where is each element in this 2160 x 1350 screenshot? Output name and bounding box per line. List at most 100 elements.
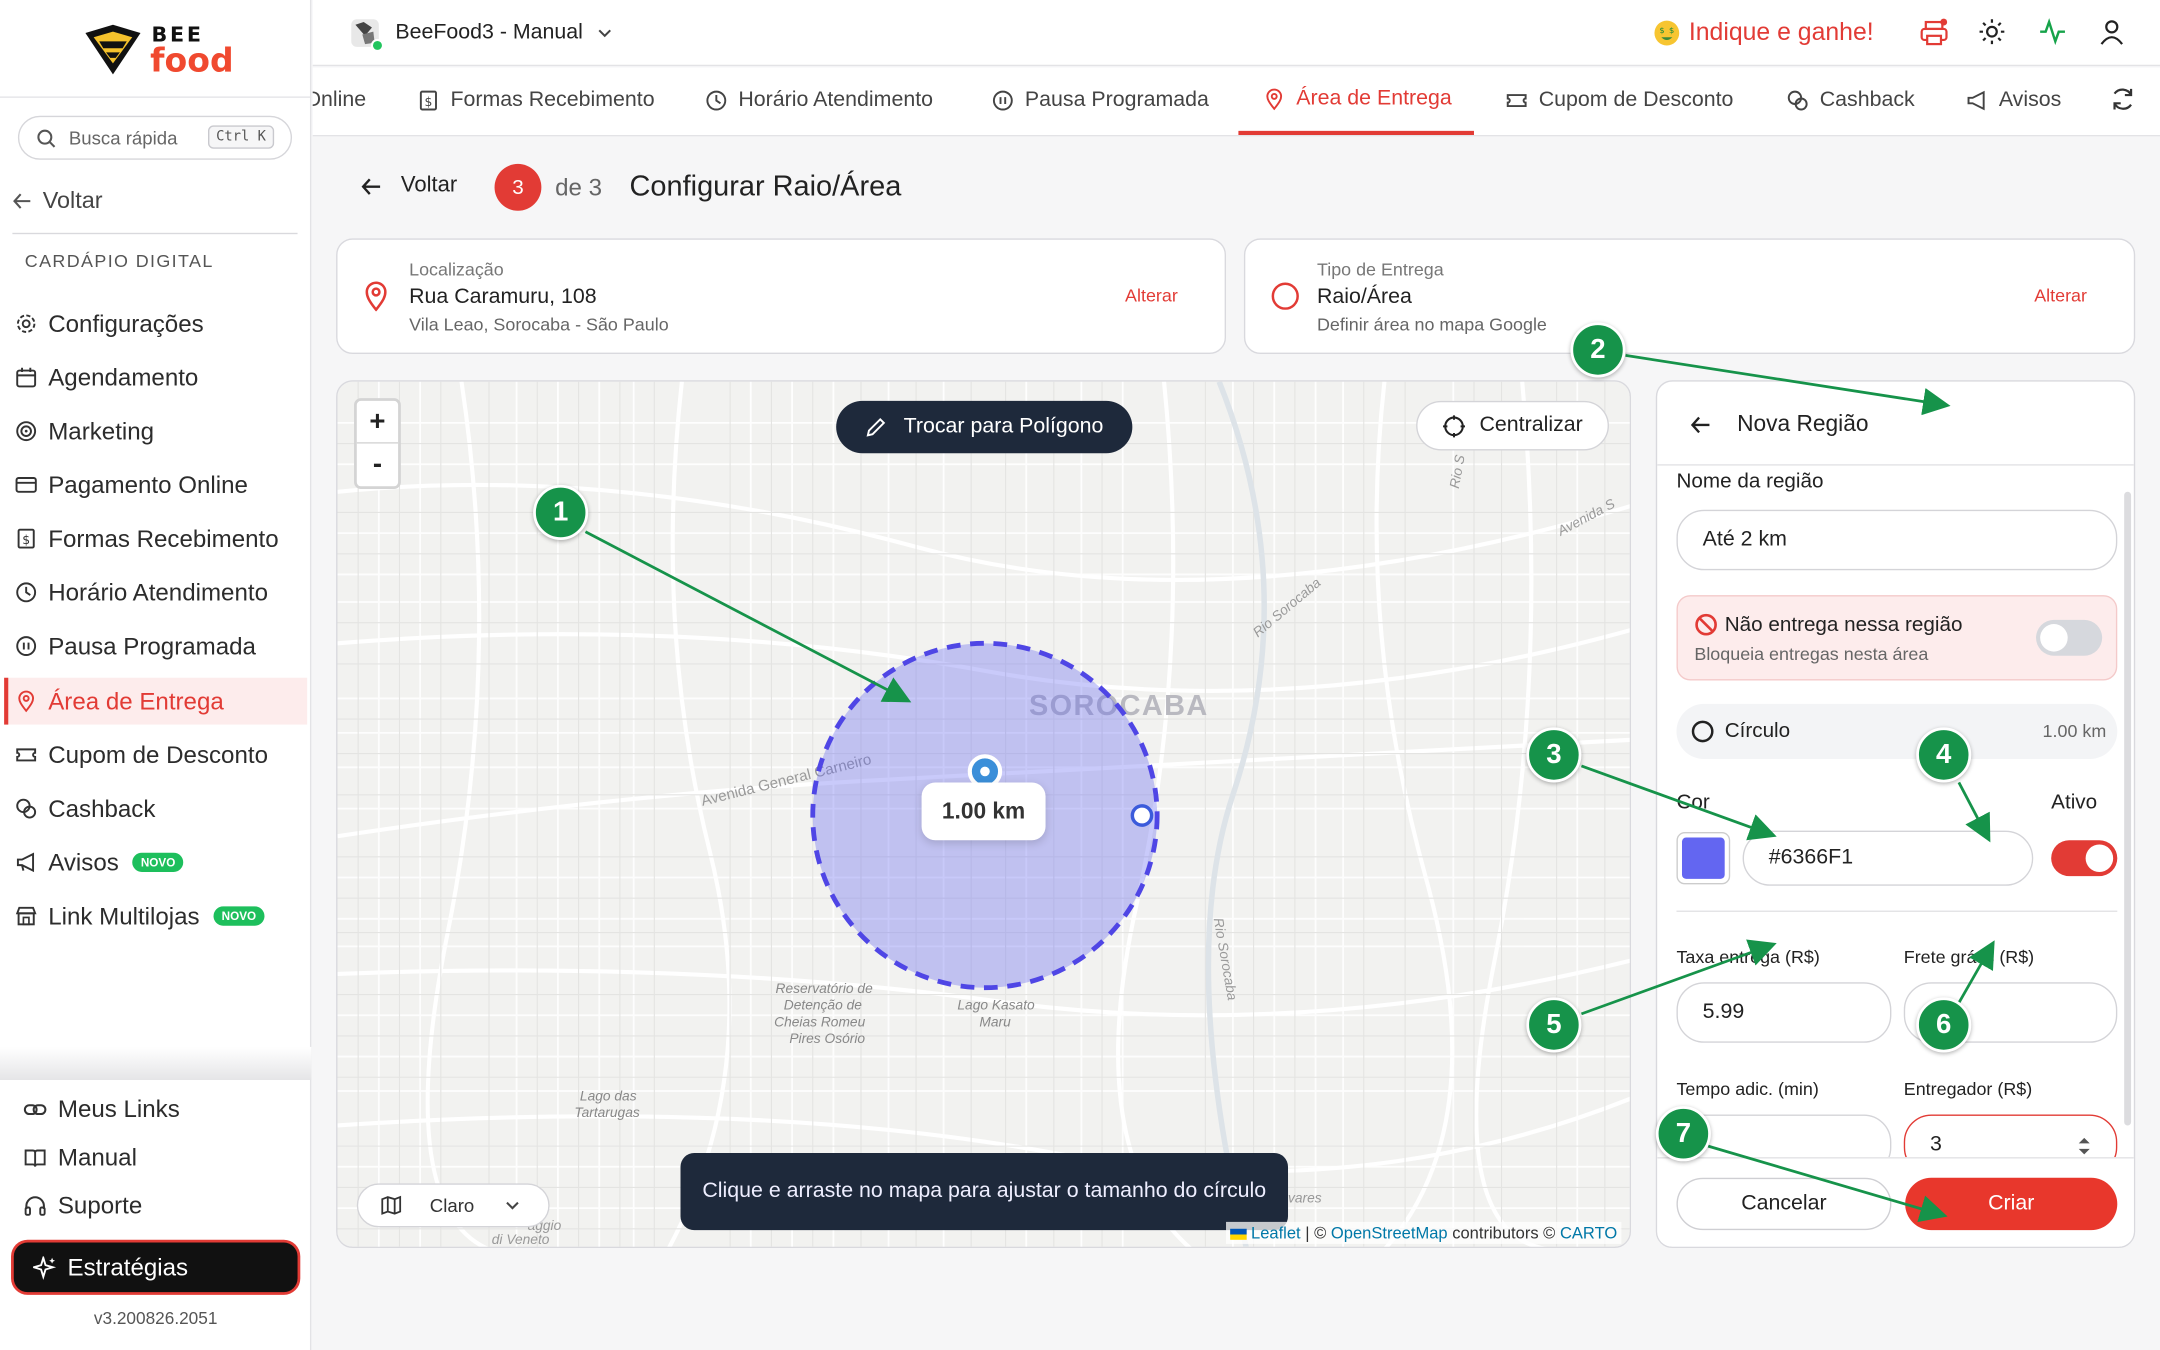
logo-text-bottom: food: [150, 41, 234, 80]
location-card: Localização Rua Caramuru, 108 Vila Leao,…: [336, 238, 1227, 355]
map-place-label: Cheias Romeu: [774, 1014, 865, 1029]
tab-label: Online: [313, 88, 367, 112]
annotation-marker-4: 4: [1916, 727, 1972, 783]
tab-area-de-entrega[interactable]: Área de Entrega: [1238, 67, 1474, 135]
radius-label: 1.00 km: [921, 782, 1046, 841]
panel-scrollbar[interactable]: [2124, 491, 2132, 1126]
sidebar-item-area-de-entrega[interactable]: Área de Entrega: [4, 677, 308, 725]
color-swatch[interactable]: [1676, 832, 1731, 885]
sidebar-item-label: Área de Entrega: [48, 686, 224, 715]
zoom-out-button[interactable]: -: [357, 444, 398, 487]
crosshair-icon: [1443, 414, 1466, 437]
meus-links-link[interactable]: Meus Links: [23, 1095, 180, 1124]
switch-to-polygon-button[interactable]: Trocar para Polígono: [836, 400, 1133, 454]
map-place-label: di Veneto: [492, 1232, 550, 1247]
new-badge: NOVO: [132, 852, 184, 872]
change-location-button[interactable]: Alterar: [1125, 285, 1178, 306]
map-view[interactable]: SOROCABA Avenida General Carneiro Reserv…: [336, 380, 1632, 1249]
region-name-input[interactable]: Até 2 km: [1676, 509, 2118, 571]
ukraine-flag-icon: [1229, 1228, 1247, 1240]
sidebar-item-pagamento-online[interactable]: Pagamento Online: [4, 461, 307, 508]
store-selector[interactable]: BeeFood3 - Manual: [395, 21, 613, 46]
refresh-icon[interactable]: [2110, 87, 2135, 112]
sidebar-item-cupom-de-desconto[interactable]: Cupom de Desconto: [4, 731, 307, 778]
map-place-label: Pires Osório: [789, 1031, 865, 1046]
color-hex-input[interactable]: #6366F1: [1742, 830, 2034, 886]
estrategias-button[interactable]: Estratégias: [13, 1242, 298, 1293]
map-hint-tooltip: Clique e arraste no mapa para ajustar o …: [680, 1153, 1289, 1231]
panel-title: Nova Região: [1737, 411, 1869, 437]
sidebar-item-avisos[interactable]: Avisos NOVO: [4, 839, 307, 886]
location-value: Rua Caramuru, 108: [409, 285, 597, 309]
no-delivery-toggle[interactable]: [2036, 619, 2103, 656]
no-delivery-label: Não entrega nessa região: [1724, 613, 1963, 637]
sidebar-item-configuracoes[interactable]: Configurações: [4, 300, 307, 347]
tab-formas-recebimento[interactable]: $ Formas Recebimento: [417, 67, 655, 133]
store-avatar-icon[interactable]: [349, 17, 385, 53]
coins-icon: [16, 798, 37, 819]
delivery-fee-input[interactable]: 5.99: [1676, 982, 1892, 1043]
step-back-button[interactable]: Voltar: [361, 174, 457, 199]
svg-text:$: $: [1669, 24, 1674, 34]
tab-label: Área de Entrega: [1296, 86, 1452, 111]
printer-icon[interactable]: [1919, 18, 1949, 48]
sidebar-back-link[interactable]: Voltar: [12, 187, 103, 215]
calendar-icon: [16, 367, 37, 388]
osm-link[interactable]: OpenStreetMap: [1331, 1223, 1448, 1242]
tab-pausa-programada[interactable]: Pausa Programada: [992, 67, 1209, 133]
tab-cupom-de-desconto[interactable]: Cupom de Desconto: [1506, 67, 1733, 133]
cancel-button[interactable]: Cancelar: [1676, 1177, 1892, 1231]
tab-label: Formas Recebimento: [450, 88, 655, 112]
toggle-knob: [2040, 624, 2068, 652]
sidebar-item-horario-atendimento[interactable]: Horário Atendimento: [4, 569, 307, 616]
quick-search[interactable]: Busca rápida Ctrl K: [17, 115, 293, 160]
tab-bar: Online $ Formas Recebimento Horário Aten…: [312, 67, 2160, 137]
suporte-link[interactable]: Suporte: [23, 1192, 142, 1221]
tab-avisos[interactable]: Avisos: [1966, 67, 2061, 133]
ticket-icon: [16, 748, 37, 762]
sidebar-item-cashback[interactable]: Cashback: [4, 785, 307, 832]
sun-icon[interactable]: [1978, 18, 2006, 46]
stepper-icon[interactable]: [2077, 1135, 2091, 1157]
sidebar-item-link-multilojas[interactable]: Link Multilojas NOVO: [4, 893, 307, 940]
tab-cashback[interactable]: Cashback: [1787, 67, 1915, 133]
arrow-left-icon[interactable]: [1690, 415, 1711, 436]
free-shipping-label: Frete grátis (R$): [1903, 946, 2035, 968]
leaflet-link[interactable]: Leaflet: [1251, 1223, 1301, 1242]
user-icon[interactable]: [2098, 18, 2126, 46]
carto-link[interactable]: CARTO: [1560, 1223, 1617, 1242]
sidebar-item-formas-recebimento[interactable]: $ Formas Recebimento: [4, 515, 307, 562]
pause-icon: [16, 636, 37, 656]
map-place-label: Reservatório de: [776, 981, 874, 996]
map-theme-select[interactable]: Claro: [356, 1183, 550, 1228]
zoom-in-button[interactable]: +: [356, 401, 399, 444]
region-name-label: Nome da região: [1676, 469, 1824, 494]
change-delivery-type-button[interactable]: Alterar: [2034, 285, 2087, 306]
manual-label: Manual: [57, 1143, 137, 1171]
activity-icon[interactable]: [2039, 18, 2067, 46]
map-place-label: Maru: [979, 1014, 1011, 1029]
delivery-type-value: Raio/Área: [1316, 285, 1412, 309]
radius-drag-handle[interactable]: [1130, 804, 1154, 827]
center-map-button[interactable]: Centralizar: [1416, 400, 1609, 451]
create-button[interactable]: Criar: [1905, 1177, 2118, 1231]
active-toggle[interactable]: [2051, 840, 2118, 877]
map-icon: [381, 1195, 402, 1215]
sidebar-item-agendamento[interactable]: Agendamento: [4, 354, 307, 401]
annotation-marker-7: 7: [1655, 1106, 1711, 1162]
pin-icon: [18, 690, 35, 713]
tab-label: Pausa Programada: [1024, 88, 1209, 112]
meus-links-label: Meus Links: [57, 1095, 180, 1123]
shape-radio-circle[interactable]: Círculo 1.00 km: [1676, 703, 2118, 760]
chevron-down-icon: [506, 1201, 520, 1210]
sidebar-item-marketing[interactable]: Marketing: [4, 408, 307, 455]
sidebar-item-pausa-programada[interactable]: Pausa Programada: [4, 623, 307, 670]
manual-link[interactable]: Manual: [23, 1143, 137, 1172]
map-theme-value: Claro: [429, 1195, 475, 1216]
no-delivery-toggle-row: Não entrega nessa região Bloqueia entreg…: [1676, 595, 2118, 681]
beefood-logo[interactable]: BEE food: [80, 19, 245, 80]
tab-online[interactable]: Online: [313, 67, 366, 133]
referral-link[interactable]: $ $ Indique e ganhe!: [1653, 18, 1874, 47]
delivery-fee-label: Taxa entrega (R$): [1676, 946, 1820, 968]
tab-horario-atendimento[interactable]: Horário Atendimento: [705, 67, 933, 133]
